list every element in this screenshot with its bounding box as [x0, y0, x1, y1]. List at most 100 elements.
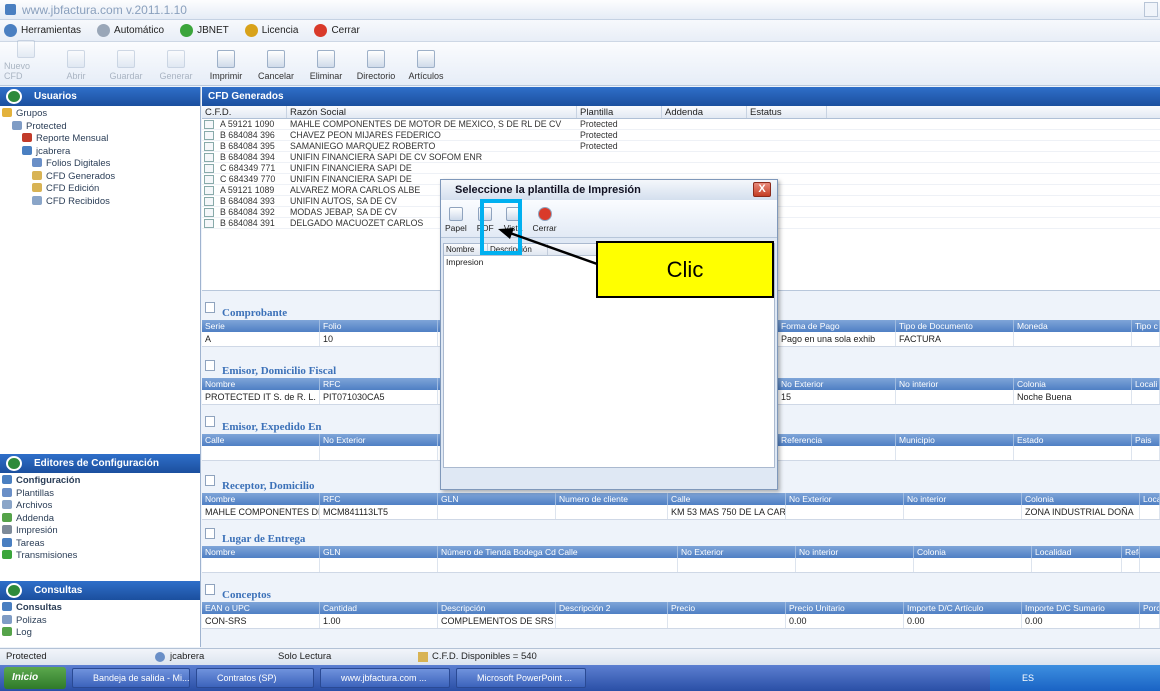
field-value[interactable]: 10: [320, 332, 438, 346]
row-checkbox[interactable]: [204, 142, 214, 151]
field-value[interactable]: [778, 446, 896, 460]
section-toggle[interactable]: [205, 584, 215, 595]
tree-item[interactable]: Polizas: [2, 614, 200, 628]
toolbar-button-0[interactable]: Nuevo CFD: [4, 40, 48, 81]
field-value[interactable]: [1140, 505, 1160, 519]
field-value[interactable]: [320, 558, 438, 572]
dialog-button-0[interactable]: Papel: [445, 207, 467, 233]
field-value[interactable]: PIT071030CA5: [320, 390, 438, 404]
field-value[interactable]: [786, 505, 904, 519]
field-value[interactable]: 1.00: [320, 614, 438, 628]
table-row[interactable]: A 59121 1090 MAHLE COMPONENTES DE MOTOR D…: [202, 119, 1160, 130]
toolbar-button-6[interactable]: Eliminar: [304, 50, 348, 81]
field-value[interactable]: [904, 505, 1022, 519]
grid-column-header[interactable]: C.F.D.: [202, 106, 287, 118]
tree-item[interactable]: Configuración: [2, 475, 200, 488]
field-value[interactable]: MCM841113LT5: [320, 505, 438, 519]
tree-item[interactable]: CFD Recibidos: [2, 195, 200, 209]
tree-item[interactable]: Addenda: [2, 512, 200, 526]
row-checkbox[interactable]: [204, 219, 214, 228]
table-row[interactable]: C 684349 771 UNIFIN FINANCIERA SAPI DE: [202, 163, 1160, 174]
tree-item[interactable]: Reporte Mensual: [2, 133, 200, 146]
editores-panel-header[interactable]: Editores de Configuración: [0, 454, 200, 473]
menu-item-0[interactable]: Herramientas: [4, 24, 81, 37]
menu-item-4[interactable]: Cerrar: [314, 24, 360, 37]
field-value[interactable]: [438, 558, 678, 572]
row-checkbox[interactable]: [204, 175, 214, 184]
field-value[interactable]: [1132, 446, 1160, 460]
field-value[interactable]: [556, 505, 668, 519]
row-checkbox[interactable]: [204, 120, 214, 129]
tree-item[interactable]: Impresión: [2, 525, 200, 538]
field-value[interactable]: 15: [778, 390, 896, 404]
tree-item[interactable]: Archivos: [2, 500, 200, 513]
taskbar-item[interactable]: Bandeja de salida - Mi...: [72, 668, 190, 688]
section-toggle[interactable]: [205, 475, 215, 486]
toolbar-button-4[interactable]: Imprimir: [204, 50, 248, 81]
field-value[interactable]: [896, 390, 1014, 404]
tree-item[interactable]: CFD Generados: [2, 170, 200, 184]
field-value[interactable]: [320, 446, 438, 460]
menu-item-2[interactable]: JBNET: [180, 24, 229, 37]
field-value[interactable]: [796, 558, 914, 572]
tree-item[interactable]: CFD Edición: [2, 183, 200, 196]
field-value[interactable]: Noche Buena: [1014, 390, 1132, 404]
tree-item[interactable]: Grupos: [2, 108, 200, 121]
field-value[interactable]: 0.00: [904, 614, 1022, 628]
section-toggle[interactable]: [205, 360, 215, 371]
field-value[interactable]: [202, 558, 320, 572]
field-value[interactable]: [1014, 446, 1132, 460]
section-toggle[interactable]: [205, 416, 215, 427]
field-value[interactable]: [1122, 558, 1140, 572]
taskbar-item[interactable]: www.jbfactura.com ...: [320, 668, 450, 688]
tree-item[interactable]: Transmisiones: [2, 550, 200, 563]
tree-item[interactable]: jcabrera: [2, 145, 200, 159]
toolbar-button-8[interactable]: Artículos: [404, 50, 448, 81]
taskbar-item[interactable]: Microsoft PowerPoint ...: [456, 668, 586, 688]
field-value[interactable]: KM 53 MAS 750 DE LA CAR: [668, 505, 786, 519]
field-value[interactable]: [1014, 332, 1132, 346]
field-value[interactable]: [668, 614, 786, 628]
menu-item-3[interactable]: Licencia: [244, 24, 298, 37]
menu-item-1[interactable]: Automático: [97, 24, 164, 37]
row-checkbox[interactable]: [204, 164, 214, 173]
toolbar-button-7[interactable]: Directorio: [354, 50, 398, 81]
tree-item[interactable]: Tareas: [2, 537, 200, 551]
field-value[interactable]: [896, 446, 1014, 460]
tree-item[interactable]: Folios Digitales: [2, 158, 200, 171]
field-value[interactable]: CON-SRS: [202, 614, 320, 628]
start-button[interactable]: Inicio: [4, 667, 66, 689]
field-value[interactable]: [914, 558, 1032, 572]
field-value[interactable]: 0.00: [786, 614, 904, 628]
dialog-close-button[interactable]: X: [753, 182, 771, 197]
usuarios-panel-header[interactable]: Usuarios: [0, 87, 200, 106]
field-value[interactable]: [1032, 558, 1122, 572]
field-value[interactable]: FACTURA: [896, 332, 1014, 346]
toolbar-button-5[interactable]: Cancelar: [254, 50, 298, 81]
grid-column-header[interactable]: Addenda: [662, 106, 747, 118]
row-checkbox[interactable]: [204, 197, 214, 206]
field-value[interactable]: ZONA INDUSTRIAL DOÑA: [1022, 505, 1140, 519]
grid-column-header[interactable]: Estatus: [747, 106, 827, 118]
table-row[interactable]: B 684084 395 SAMANIEGO MARQUEZ ROBERTO Pro…: [202, 141, 1160, 152]
field-value[interactable]: Pago en una sola exhib: [778, 332, 896, 346]
row-checkbox[interactable]: [204, 186, 214, 195]
field-value[interactable]: COMPLEMENTOS DE SRS L: [438, 614, 556, 628]
field-value[interactable]: [202, 446, 320, 460]
row-checkbox[interactable]: [204, 153, 214, 162]
field-value[interactable]: [1132, 390, 1160, 404]
field-value[interactable]: MAHLE COMPONENTES DE: [202, 505, 320, 519]
field-value[interactable]: [1140, 614, 1160, 628]
row-checkbox[interactable]: [204, 131, 214, 140]
consultas-panel-header[interactable]: Consultas: [0, 581, 200, 600]
tree-item[interactable]: Log: [2, 627, 200, 640]
field-value[interactable]: [678, 558, 796, 572]
section-toggle[interactable]: [205, 528, 215, 539]
tree-item[interactable]: Consultas: [2, 602, 200, 615]
toolbar-button-3[interactable]: Generar: [154, 50, 198, 81]
table-row[interactable]: B 684084 396 CHAVEZ PEON MIJARES FEDERICO…: [202, 130, 1160, 141]
field-value[interactable]: [556, 614, 668, 628]
field-value[interactable]: 0.00: [1022, 614, 1140, 628]
field-value[interactable]: [438, 505, 556, 519]
window-control-button[interactable]: [1144, 2, 1158, 17]
